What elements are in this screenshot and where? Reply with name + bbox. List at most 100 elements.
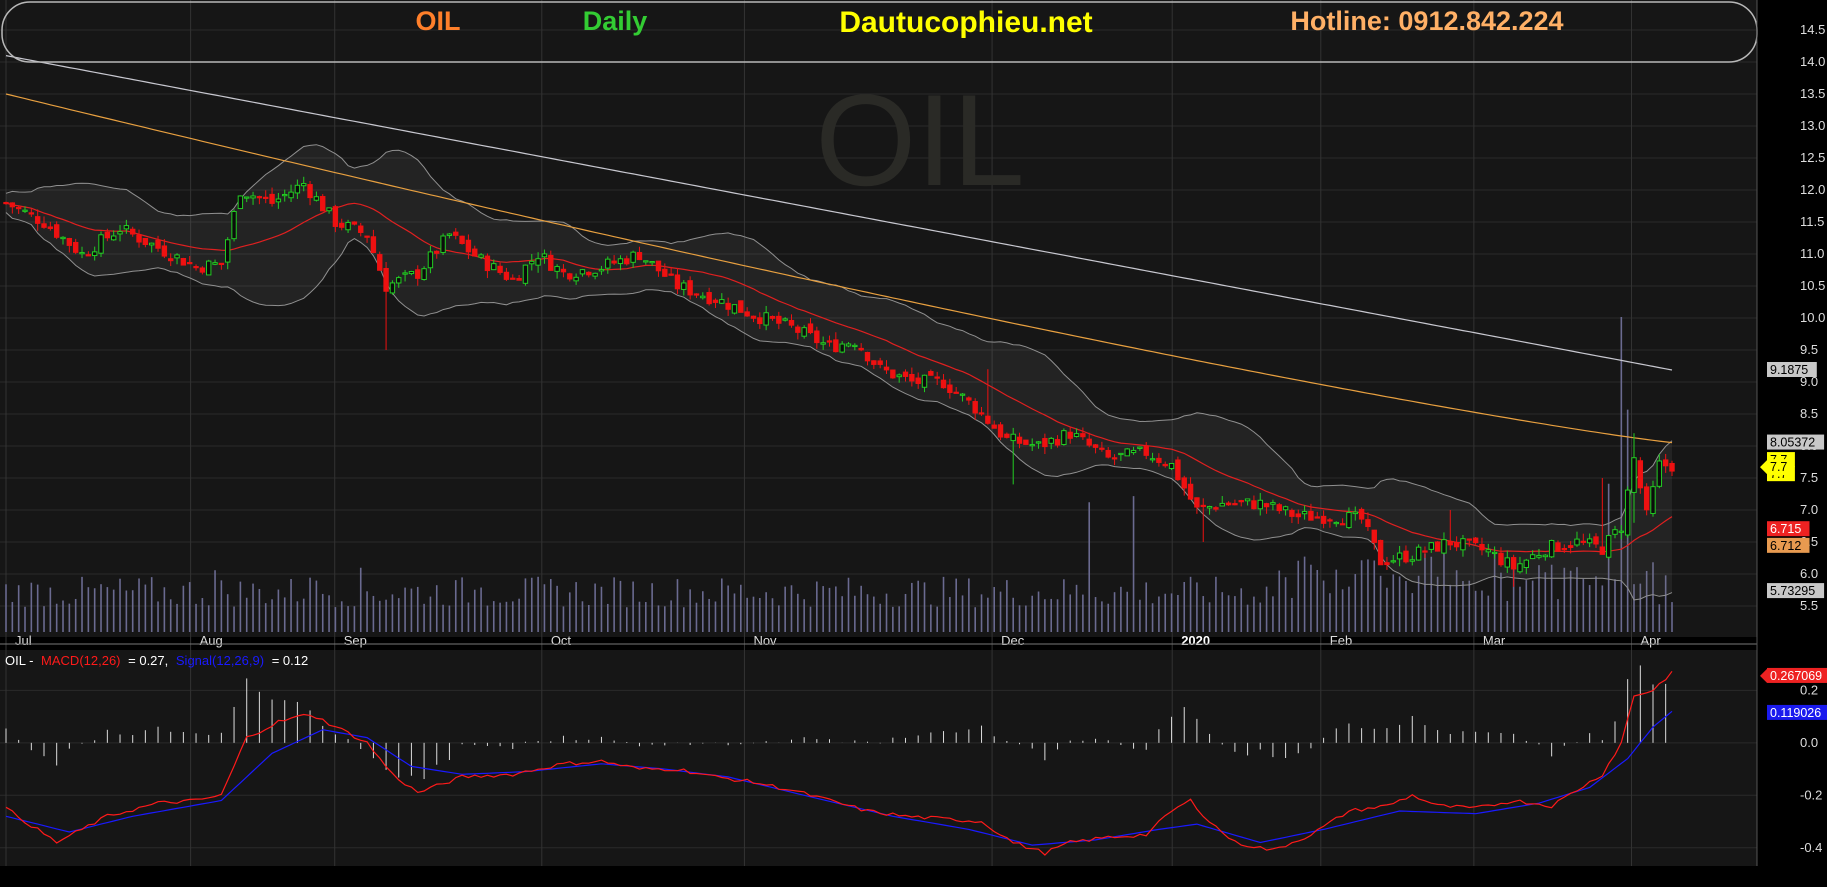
candle-body — [1441, 539, 1447, 554]
price-label: 5.73295 — [1770, 584, 1815, 598]
candle-body — [1149, 458, 1156, 461]
candle-body — [776, 315, 782, 324]
candle-body — [921, 374, 928, 388]
signal-value-label: 0.119026 — [1770, 706, 1821, 720]
candle-body — [1396, 552, 1403, 560]
candle-body — [972, 401, 978, 414]
price-tick-label: 14.0 — [1800, 54, 1825, 69]
price-tick-label: 7.0 — [1800, 502, 1818, 517]
candle-body — [1605, 535, 1612, 558]
candle-body — [1479, 543, 1485, 551]
candle-body — [763, 312, 769, 326]
candle-body — [1042, 438, 1048, 448]
candle-body — [788, 319, 795, 326]
candle-body — [320, 196, 326, 212]
candle-body — [142, 238, 149, 245]
candle-body — [1460, 538, 1466, 551]
price-label: 6.715 — [1770, 522, 1801, 536]
candle-body — [1447, 541, 1453, 546]
candle-body — [53, 224, 60, 238]
candle-body — [1327, 519, 1333, 522]
candle-body — [117, 231, 123, 235]
candle-body — [598, 268, 605, 272]
candle-body — [883, 366, 890, 371]
header-period: Daily — [583, 6, 648, 36]
candle-body — [1244, 498, 1251, 502]
candle-body — [225, 239, 231, 263]
candle-body — [1548, 539, 1555, 558]
candle-body — [712, 299, 719, 303]
candle-body — [1099, 447, 1105, 450]
candle-body — [1352, 511, 1358, 515]
candle-body — [1035, 441, 1042, 444]
candle-body — [630, 251, 636, 263]
candle-body — [497, 265, 503, 273]
candle-body — [693, 293, 700, 296]
candle-body — [383, 268, 389, 292]
candle-body — [1080, 433, 1086, 438]
candle-body — [161, 245, 168, 257]
candle-body — [231, 210, 237, 240]
candle-body — [389, 282, 396, 294]
candle-body — [269, 193, 275, 204]
candle-body — [1048, 437, 1054, 444]
candle-body — [934, 376, 940, 379]
macd-panel — [0, 650, 1757, 866]
candle-body — [978, 412, 985, 415]
candle-body — [472, 248, 478, 257]
candle-body — [1276, 504, 1282, 512]
candle-body — [1016, 436, 1023, 444]
candle-body — [1624, 489, 1631, 536]
candle-body — [307, 184, 313, 199]
candle-body — [212, 262, 218, 265]
candle-body — [1365, 519, 1371, 528]
candle-body — [1536, 554, 1542, 558]
candle-body — [529, 260, 535, 265]
x-tick-label: Dec — [1001, 633, 1025, 648]
chart-stage: OIL OIL Daily Dautucophieu.net Hotline: … — [0, 0, 1827, 882]
candle-body — [1023, 439, 1029, 445]
candle-body — [91, 251, 98, 257]
candle-body — [649, 261, 655, 264]
candle-body — [408, 270, 415, 275]
price-tick-label: 12.5 — [1800, 150, 1825, 165]
macd-tick-label: -0.4 — [1800, 840, 1822, 855]
candle-body — [491, 263, 497, 271]
candle-body — [510, 277, 516, 280]
candle-body — [136, 234, 142, 243]
candle-body — [79, 252, 85, 255]
candle-body — [1124, 448, 1130, 457]
candle-body — [668, 273, 674, 276]
candle-body — [28, 212, 35, 215]
candle-body — [263, 196, 269, 199]
candle-body — [1118, 452, 1124, 456]
candle-body — [377, 254, 383, 271]
x-tick-label: Feb — [1330, 633, 1352, 648]
x-tick-label: Mar — [1483, 633, 1506, 648]
candle-body — [484, 255, 491, 272]
price-tick-label: 10.0 — [1800, 310, 1825, 325]
candle-body — [1390, 560, 1396, 563]
candle-body — [237, 195, 244, 210]
candle-body — [256, 196, 263, 199]
candle-body — [1434, 541, 1441, 552]
price-tick-label: 11.5 — [1800, 214, 1824, 229]
candle-body — [244, 196, 250, 199]
candle-body — [795, 326, 801, 333]
candle-body — [662, 268, 668, 277]
x-tick-label: Nov — [753, 633, 777, 648]
price-tick-label: 9.5 — [1800, 342, 1818, 357]
candle-body — [1251, 500, 1257, 510]
price-label: 6.712 — [1770, 539, 1801, 553]
candle-body — [1358, 508, 1365, 520]
candle-body — [187, 262, 193, 265]
candle-body — [72, 241, 79, 253]
price-tick-label: 10.5 — [1800, 278, 1825, 293]
candle-body — [953, 391, 959, 394]
macd-value-label: 0.267069 — [1770, 669, 1822, 683]
candle-body — [586, 271, 592, 276]
candle-body — [643, 260, 649, 263]
candle-body — [22, 209, 28, 212]
candle-body — [719, 299, 725, 304]
candle-body — [1194, 497, 1200, 508]
